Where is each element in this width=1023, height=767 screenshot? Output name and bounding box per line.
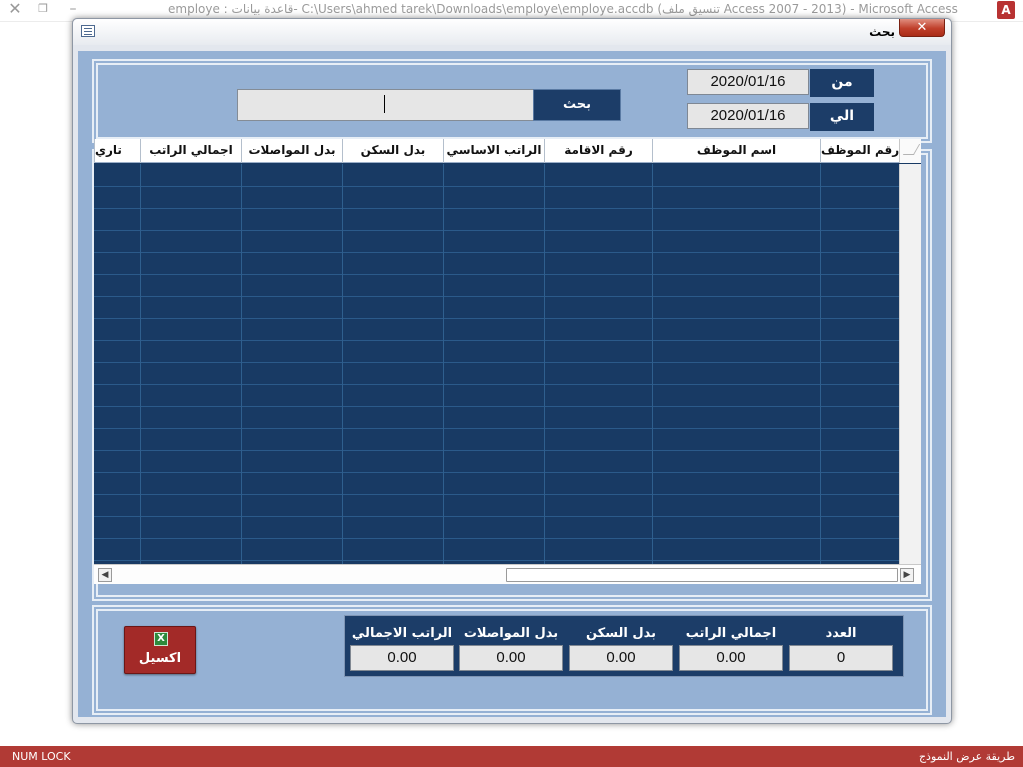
excel-button-label: اكسيل	[138, 651, 182, 666]
col-header-housing-allowance[interactable]: بدل السكن	[342, 139, 443, 163]
count-label: العدد	[825, 626, 857, 641]
gross-salary-value: 0.00	[679, 645, 783, 671]
status-bar: NUM LOCK طريقة عرض النموذج	[0, 746, 1023, 767]
results-grid[interactable]: رقم الموظف اسم الموظف رقم الاقامة الراتب…	[94, 139, 921, 584]
app-restore-icon[interactable]: ❐	[32, 0, 54, 18]
search-dialog: ✕ بحث من 2020/01/16 الي 2020/01/16 بحث ر…	[72, 18, 952, 724]
grid-row-line	[94, 230, 899, 231]
app-minimize-icon[interactable]: –	[62, 0, 84, 18]
col-header-basic-salary[interactable]: الراتب الاساسي	[443, 139, 544, 163]
grid-row-line	[94, 362, 899, 363]
search-input[interactable]	[237, 89, 535, 121]
grid-row-line	[94, 472, 899, 473]
col-header-date[interactable]: تاري	[94, 139, 140, 163]
grid-row-line	[94, 318, 899, 319]
dialog-close-button[interactable]: ✕	[899, 19, 945, 37]
grid-row-line	[94, 208, 899, 209]
grid-rows	[94, 164, 921, 564]
grid-row-line	[94, 274, 899, 275]
grid-header: رقم الموظف اسم الموظف رقم الاقامة الراتب…	[94, 139, 921, 163]
transport-allowance-label: بدل المواصلات	[463, 626, 559, 641]
dialog-title-bar: ✕ بحث	[73, 19, 951, 45]
app-title: employe : قاعدة بيانات- C:\Users\ahmed t…	[168, 2, 958, 16]
grid-row-line	[94, 340, 899, 341]
gross-salary-label: اجمالي الراتب	[685, 626, 777, 641]
transport-allowance-value: 0.00	[459, 645, 563, 671]
app-close-icon[interactable]: ✕	[4, 0, 26, 18]
grid-row-line	[94, 450, 899, 451]
form-icon	[81, 25, 95, 37]
col-header-transport-allowance[interactable]: بدل المواصلات	[241, 139, 342, 163]
date-to-label: الي	[810, 103, 874, 131]
excel-export-button[interactable]: X اكسيل	[124, 626, 196, 674]
total-salary-label: الراتب الاجمالي	[351, 626, 453, 641]
col-header-gross-salary[interactable]: اجمالي الراتب	[140, 139, 241, 163]
grid-row-line	[94, 186, 899, 187]
grid-row-line	[94, 252, 899, 253]
grid-column-divider	[140, 164, 141, 564]
grid-column-divider	[544, 164, 545, 564]
col-header-residency-number[interactable]: رقم الاقامة	[544, 139, 652, 163]
dialog-title: بحث	[869, 25, 895, 39]
grid-vertical-scrollbar[interactable]	[899, 164, 921, 565]
housing-allowance-value: 0.00	[569, 645, 673, 671]
scroll-right-icon[interactable]: ▶	[900, 568, 914, 582]
grid-row-line	[94, 538, 899, 539]
grid-row-line	[94, 406, 899, 407]
date-from-field[interactable]: 2020/01/16	[687, 69, 809, 95]
scroll-left-icon[interactable]: ◀	[98, 568, 112, 582]
grid-column-divider	[241, 164, 242, 564]
search-button[interactable]: بحث	[533, 89, 621, 121]
access-app-icon: A	[997, 1, 1015, 19]
count-value: 0	[789, 645, 893, 671]
grid-column-divider	[443, 164, 444, 564]
grid-column-divider	[652, 164, 653, 564]
date-to-field[interactable]: 2020/01/16	[687, 103, 809, 129]
grid-row-line	[94, 494, 899, 495]
grid-row-line	[94, 560, 899, 561]
excel-icon: X	[154, 632, 168, 646]
grid-row-line	[94, 296, 899, 297]
grid-column-divider	[820, 164, 821, 564]
view-mode-label: طريقة عرض النموذج	[918, 750, 1015, 763]
col-header-employee-name[interactable]: اسم الموظف	[652, 139, 820, 163]
totals-panel: العدد 0 اجمالي الراتب 0.00 بدل السكن 0.0…	[344, 615, 904, 677]
grid-horizontal-scrollbar[interactable]: ◀ ▶	[94, 564, 921, 584]
grid-row-line	[94, 516, 899, 517]
num-lock-indicator: NUM LOCK	[12, 750, 71, 763]
grid-column-divider	[342, 164, 343, 564]
grid-corner	[899, 139, 921, 163]
col-header-employee-id[interactable]: رقم الموظف	[820, 139, 899, 163]
housing-allowance-label: بدل السكن	[585, 626, 657, 641]
total-salary-value: 0.00	[350, 645, 454, 671]
scroll-thumb[interactable]	[506, 568, 898, 582]
grid-row-line	[94, 384, 899, 385]
grid-row-line	[94, 428, 899, 429]
date-from-label: من	[810, 69, 874, 97]
